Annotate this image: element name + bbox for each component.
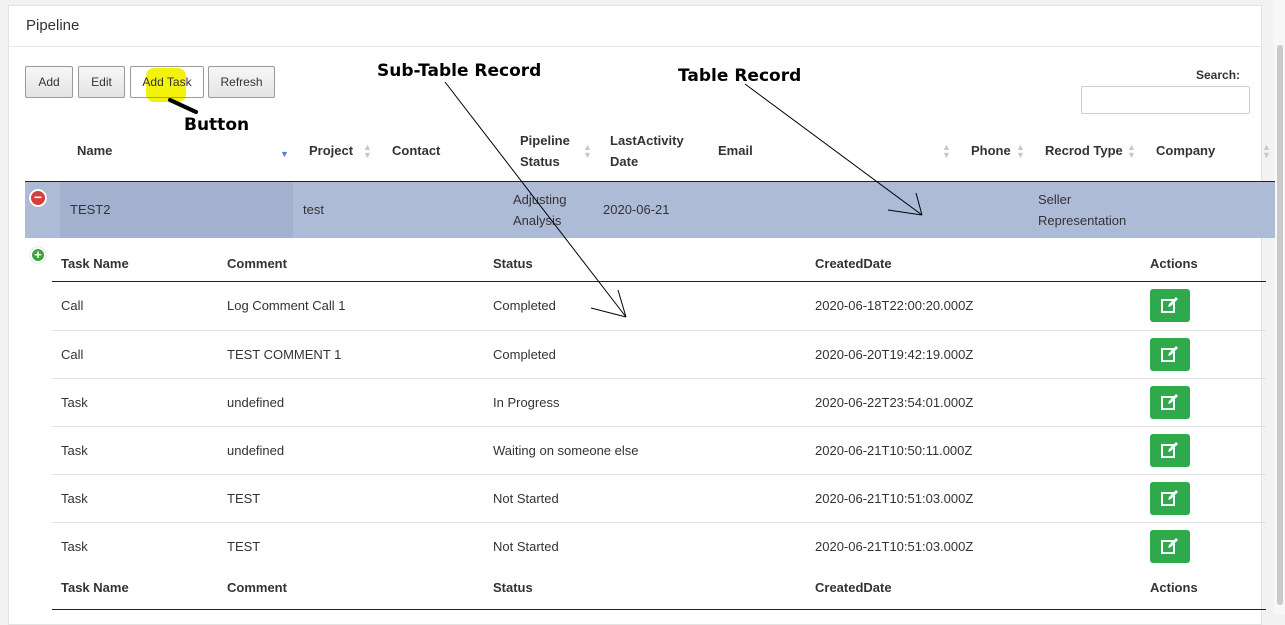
annotation-button: Button (184, 115, 250, 135)
annotation-sub-table-record: Sub-Table Record (377, 61, 542, 81)
annotation-table-record: Table Record (678, 66, 802, 86)
annotation-arrows (168, 81, 923, 318)
